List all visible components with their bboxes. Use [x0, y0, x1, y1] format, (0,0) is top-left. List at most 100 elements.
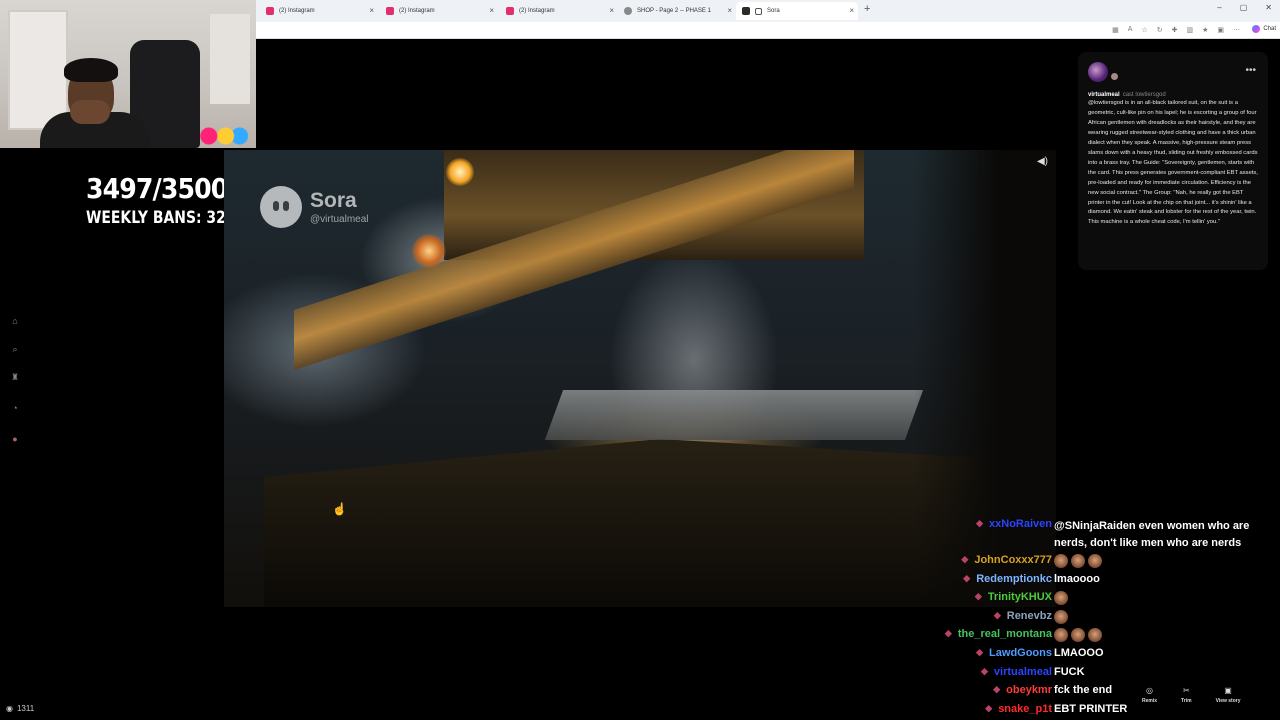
webcam-feed: [0, 0, 256, 148]
address-bar[interactable]: ▦ A ☆ ↻ ✚ ▥ ★ ▣ ⋯ Chat: [256, 22, 1280, 39]
sora-watermark: Sora @virtualmeal: [260, 186, 369, 228]
globe-icon: [624, 7, 632, 15]
chat-text: fck the end: [1054, 684, 1112, 696]
remix-button[interactable]: ◎ Remix: [1142, 686, 1157, 704]
description-header: virtualmeal cast lowtiersgod: [1088, 92, 1258, 98]
chat-username[interactable]: virtualmeal: [994, 666, 1052, 678]
bell-icon[interactable]: ◔: [10, 403, 20, 413]
collections-icon[interactable]: ▣: [1217, 26, 1224, 34]
star-icon[interactable]: ☆: [1141, 26, 1147, 34]
chat-text: [1054, 628, 1105, 643]
chat-text: lmaoooo: [1054, 573, 1100, 585]
close-icon[interactable]: ×: [369, 6, 374, 15]
story-icon: ▣: [1224, 686, 1232, 695]
goal-counter: 3497/3500: [86, 172, 228, 205]
trophy-icon[interactable]: ♜: [10, 372, 20, 382]
chat-text: [1054, 591, 1071, 606]
trim-label: Trim: [1181, 698, 1192, 704]
cam-door: [8, 10, 68, 130]
close-icon[interactable]: ×: [727, 6, 732, 15]
close-icon[interactable]: ×: [849, 6, 854, 15]
chat-badge-icon: ◆: [993, 609, 1001, 620]
more-options-icon[interactable]: •••: [1245, 65, 1256, 76]
instagram-icon: [386, 7, 394, 15]
tab-label: SHOP - Page 2 -- PHASE 1: [637, 8, 711, 14]
chat-username[interactable]: JohnCoxxx777: [974, 554, 1052, 566]
read-aloud-icon[interactable]: A: [1128, 26, 1133, 34]
remix-icon: ◎: [1146, 686, 1153, 695]
chat-username[interactable]: xxNoRaiven: [989, 518, 1052, 530]
favorites-icon[interactable]: ★: [1202, 26, 1208, 34]
avatar[interactable]: [1088, 62, 1108, 82]
chat-text: FUCK: [1054, 666, 1085, 678]
trim-button[interactable]: ✂ Trim: [1181, 686, 1192, 704]
chat-username[interactable]: Redemptionkc: [976, 573, 1052, 585]
chat-text: @SNinjaRaiden even women who are nerds, …: [1054, 518, 1266, 552]
minimize-icon[interactable]: –: [1217, 3, 1221, 12]
chat-text-content: @SNinjaRaiden even women who are nerds, …: [1054, 520, 1250, 549]
hand-cursor-icon: ☝: [332, 502, 347, 516]
instagram-icon: [266, 7, 274, 15]
close-window-icon[interactable]: ✕: [1265, 3, 1272, 12]
emote-icon: [1054, 628, 1068, 643]
chat-message: ◆ JohnCoxxx777: [936, 550, 1266, 569]
tab-instagram-2[interactable]: (2) Instagram ×: [380, 2, 498, 20]
sora-handle: @virtualmeal: [310, 214, 369, 225]
chat-badge-icon: ◆: [980, 665, 988, 676]
chat-username[interactable]: Renevbz: [1007, 610, 1052, 622]
more-icon[interactable]: ⋯: [1233, 26, 1240, 34]
chat-username[interactable]: snake_p1t: [998, 703, 1052, 715]
maximize-icon[interactable]: ▢: [1240, 3, 1248, 12]
chat-text: LMAOOO: [1054, 647, 1104, 659]
toolbar-icons: ▦ A ☆ ↻ ✚ ▥ ★ ▣ ⋯: [1112, 26, 1240, 34]
bottom-left-stats: ◉ 1311: [6, 704, 34, 713]
emote-icon: [1054, 609, 1068, 624]
search-icon[interactable]: ⌕: [10, 344, 20, 354]
chat-text-content: LMAOOO: [1054, 646, 1104, 659]
emote-icon: [1088, 628, 1102, 643]
chat-badge-icon: ◆: [963, 572, 971, 583]
weekly-bans: WEEKLY BANS: 327: [86, 208, 236, 228]
description-cast[interactable]: cast lowtiersgod: [1123, 92, 1166, 98]
chat-username[interactable]: LawdGoons: [989, 647, 1052, 659]
chat-text-content: lmaoooo: [1054, 572, 1100, 585]
chat-text: EBT PRINTER: [1054, 703, 1127, 715]
instagram-icon: [506, 7, 514, 15]
new-tab-button[interactable]: +: [864, 3, 870, 15]
copilot-chat-button[interactable]: Chat: [1252, 25, 1276, 33]
light-glow: [446, 158, 474, 186]
view-story-button[interactable]: ▣ View story: [1216, 686, 1241, 704]
extensions-icon[interactable]: ✚: [1172, 26, 1178, 34]
close-icon[interactable]: ×: [609, 6, 614, 15]
video-description-panel: ••• virtualmeal cast lowtiersgod @lowtier…: [1078, 52, 1268, 270]
tab-sora[interactable]: Sora ×: [736, 2, 858, 20]
chat-message: ◆ LawdGoons LMAOOO: [936, 643, 1266, 662]
chat-badge-icon: ◆: [974, 591, 982, 602]
cam-toy: [192, 124, 248, 148]
chat-badge-icon: ◆: [976, 518, 984, 528]
tab-instagram-3[interactable]: (2) Instagram ×: [500, 2, 618, 20]
brass-tray: [544, 390, 924, 440]
description-username[interactable]: virtualmeal: [1088, 92, 1120, 98]
chat-username[interactable]: obeykmr: [1006, 684, 1052, 696]
chat-username[interactable]: TrinityKHUX: [988, 591, 1052, 603]
chat-text-content: EBT PRINTER: [1054, 702, 1128, 715]
cam-shelf: [210, 14, 250, 104]
chat-username[interactable]: the_real_montana: [958, 628, 1052, 640]
mute-icon[interactable]: ◀): [1037, 156, 1048, 167]
video-player[interactable]: Sora @virtualmeal ◀) ☝: [224, 150, 1056, 607]
refresh-icon[interactable]: ↻: [1157, 26, 1163, 34]
tab-shop[interactable]: SHOP - Page 2 -- PHASE 1 ×: [618, 2, 736, 20]
chat-badge-icon: ◆: [961, 554, 969, 564]
home-icon[interactable]: ⌂: [10, 316, 20, 326]
tab-instagram-1[interactable]: (2) Instagram ×: [260, 2, 378, 20]
tab-label: (2) Instagram: [519, 8, 555, 14]
window-controls: – ▢ ✕: [1217, 3, 1272, 12]
emote-icon: [1071, 554, 1085, 568]
chat-text: [1054, 609, 1071, 624]
apps-icon[interactable]: ▦: [1112, 26, 1119, 34]
profile-avatar-icon[interactable]: ●: [10, 434, 20, 444]
close-icon[interactable]: ×: [489, 6, 494, 15]
chat-message: ◆ virtualmeal FUCK: [936, 662, 1266, 681]
split-icon[interactable]: ▥: [1186, 26, 1193, 34]
